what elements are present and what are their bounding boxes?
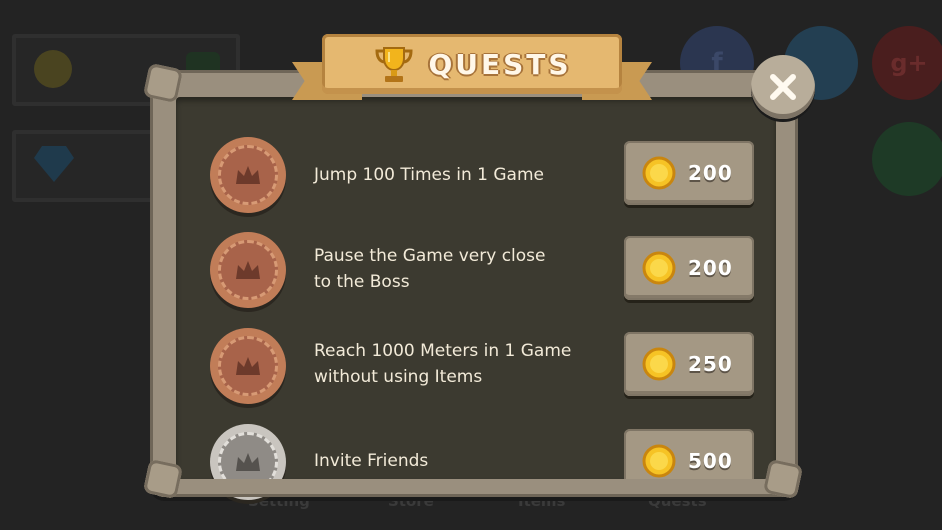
bg-gem-icon xyxy=(34,146,74,182)
quest-description: Jump 100 Times in 1 Game xyxy=(314,165,544,185)
quest-description: Invite Friends xyxy=(314,451,429,471)
quest-medal xyxy=(210,137,286,213)
bg-coin-icon xyxy=(34,50,72,88)
title-banner: QUESTS xyxy=(322,34,622,94)
coin-icon xyxy=(642,251,676,285)
reward-amount: 500 xyxy=(688,449,733,473)
crown-icon xyxy=(236,453,260,471)
crown-icon xyxy=(236,261,260,279)
coin-icon xyxy=(642,444,676,478)
bg-google-plus-icon: g+ xyxy=(872,26,942,100)
close-icon xyxy=(770,74,796,100)
reward-button[interactable]: 200 xyxy=(624,141,754,205)
stone-corner xyxy=(142,458,184,500)
dialog-bottom-edge xyxy=(150,479,798,497)
reward-button[interactable]: 200 xyxy=(624,236,754,300)
coin-icon xyxy=(642,347,676,381)
bg-share-icon xyxy=(872,122,942,196)
quest-row: Jump 100 Times in 1 Game 200 xyxy=(176,137,776,217)
reward-amount: 200 xyxy=(688,256,733,280)
trophy-icon xyxy=(375,47,413,82)
reward-button[interactable]: 250 xyxy=(624,332,754,396)
quest-medal xyxy=(210,328,286,404)
crown-icon xyxy=(236,166,260,184)
reward-amount: 250 xyxy=(688,352,733,376)
quest-description: Pause the Game very close to the Boss xyxy=(314,246,546,292)
coin-icon xyxy=(642,156,676,190)
quest-description: Reach 1000 Meters in 1 Game without usin… xyxy=(314,341,572,387)
quest-row: Pause the Game very close to the Boss 20… xyxy=(176,232,776,312)
stone-corner xyxy=(762,458,804,500)
quest-medal xyxy=(210,232,286,308)
close-button[interactable] xyxy=(751,55,815,119)
page-title: QUESTS xyxy=(428,47,572,81)
bg-google-plus-label: g+ xyxy=(890,49,928,77)
reward-amount: 200 xyxy=(688,161,733,185)
quest-row: Reach 1000 Meters in 1 Game without usin… xyxy=(176,328,776,408)
crown-icon xyxy=(236,357,260,375)
